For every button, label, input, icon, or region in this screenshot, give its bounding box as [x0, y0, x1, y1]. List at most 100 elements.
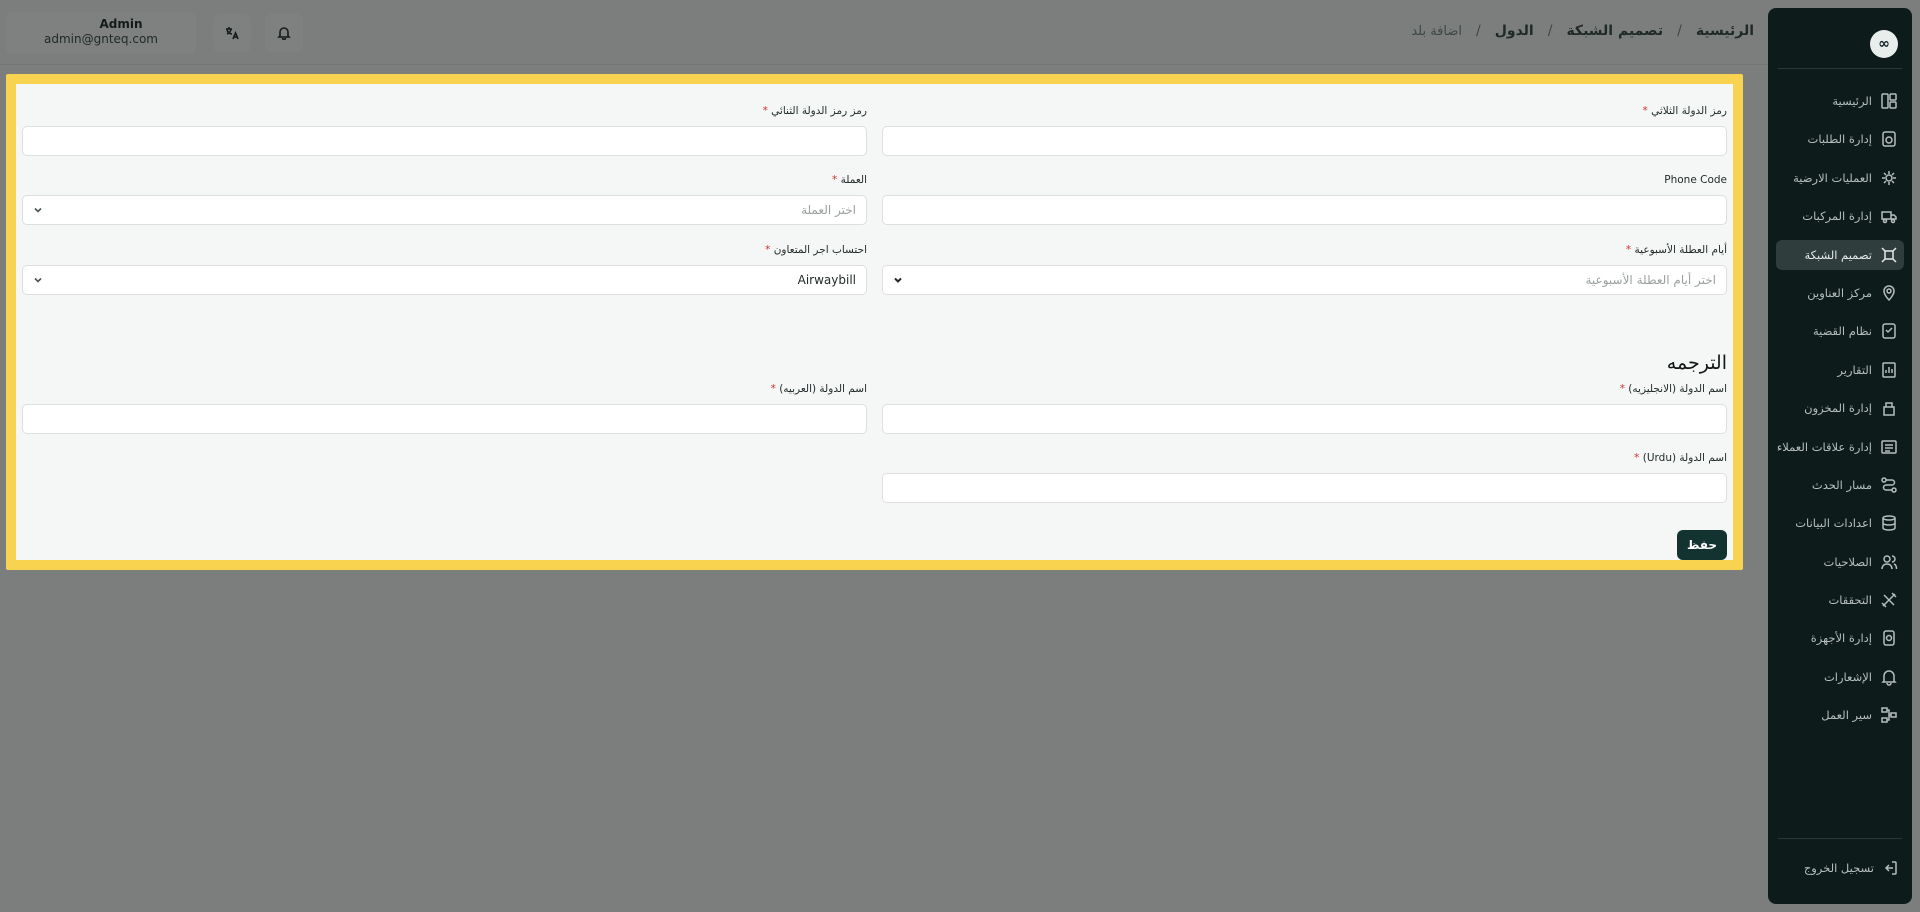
sidebar-item-orders[interactable]: إدارة الطلبات	[1776, 124, 1904, 154]
name-en-input[interactable]	[882, 404, 1727, 434]
weekend-select[interactable]: اختر أيام العطلة الأسبوعية	[882, 265, 1727, 295]
breadcrumb-network[interactable]: تصميم الشبكة	[1566, 23, 1663, 39]
phone-code-input[interactable]	[882, 195, 1727, 225]
collaborator-fee-value: Airwaybill	[797, 273, 856, 287]
sidebar-item-verifications[interactable]: التحققات	[1776, 585, 1904, 615]
logo-icon[interactable]: ∞	[1870, 30, 1898, 58]
database-icon	[1882, 515, 1896, 532]
phone-code-label: Phone Code	[1664, 174, 1727, 186]
sidebar-item-reports[interactable]: التقارير	[1776, 355, 1904, 385]
sidebar-item-label: مسار الحدث	[1811, 477, 1872, 492]
sidebar-item-home[interactable]: الرئيسية	[1776, 86, 1904, 116]
sidebar-item-label: سير العمل	[1821, 708, 1872, 723]
ground-ops-icon	[1882, 170, 1896, 185]
sidebar-item-data-settings[interactable]: اعدادات البيانات	[1776, 508, 1904, 538]
sidebar-item-label: الإشعارات	[1823, 669, 1872, 684]
currency-label: العملة	[840, 174, 867, 186]
sidebar-item-address[interactable]: مركز العناوين	[1776, 278, 1904, 308]
user-name: Admin	[99, 17, 143, 31]
orders-icon	[1882, 131, 1896, 148]
sidebar-item-permissions[interactable]: الصلاحيات	[1776, 547, 1904, 577]
required-mark: *	[1619, 383, 1625, 395]
home-icon	[1881, 93, 1897, 109]
report-icon	[1882, 361, 1896, 378]
sidebar-item-label: تصميم الشبكة	[1804, 247, 1872, 262]
user-email: admin@gnteq.com	[44, 32, 158, 46]
sidebar-item-notifications[interactable]: الإشعارات	[1776, 662, 1904, 692]
name-ar-label: اسم الدولة (العربيه)	[779, 383, 867, 395]
sidebar-item-label: اعدادات البيانات	[1795, 516, 1872, 531]
required-mark: *	[765, 244, 771, 256]
language-button[interactable]	[213, 14, 251, 52]
sidebar-divider	[1778, 838, 1902, 839]
translate-icon	[226, 27, 239, 40]
sidebar-item-vehicles[interactable]: إدارة المركبات	[1776, 201, 1904, 231]
iso3-field: رمز الدولة الثلاثي *	[882, 104, 1727, 156]
collaborator-fee-select[interactable]: Airwaybill	[22, 265, 867, 295]
notifications-button[interactable]	[265, 14, 303, 52]
sidebar-item-inventory[interactable]: إدارة المخزون	[1776, 393, 1904, 423]
breadcrumb-countries[interactable]: الدول	[1495, 23, 1534, 39]
sidebar-item-route[interactable]: مسار الحدث	[1776, 470, 1904, 500]
name-ur-input[interactable]	[882, 473, 1727, 503]
required-mark: *	[762, 105, 768, 117]
logout-button[interactable]: تسجيل الخروج	[1804, 860, 1898, 876]
crm-icon	[1881, 439, 1897, 454]
breadcrumb-home[interactable]: الرئيسية	[1696, 23, 1754, 39]
case-icon	[1882, 323, 1896, 340]
required-mark: *	[832, 174, 838, 186]
sidebar-item-devices[interactable]: إدارة الأجهزة	[1776, 623, 1904, 653]
phone-code-field: Phone Code	[882, 173, 1727, 225]
user-menu[interactable]: Admin admin@gnteq.com	[6, 12, 196, 54]
chevron-down-icon	[34, 207, 42, 213]
breadcrumb-separator: /	[1476, 23, 1481, 39]
sidebar-item-crm[interactable]: إدارة علاقات العملاء	[1776, 432, 1904, 462]
required-mark: *	[1634, 452, 1640, 464]
bell-icon	[1881, 670, 1897, 686]
sidebar-divider	[1778, 68, 1902, 69]
iso3-input[interactable]	[882, 126, 1727, 156]
sidebar-item-label: إدارة الأجهزة	[1810, 631, 1872, 646]
collaborator-fee-label: احتساب اجر المتعاون	[773, 244, 867, 256]
name-en-field: اسم الدولة (الانجليزيه) *	[882, 382, 1727, 434]
name-ar-input[interactable]	[22, 404, 867, 434]
logout-icon	[1884, 861, 1897, 875]
sidebar-item-label: الرئيسية	[1832, 94, 1872, 108]
header-divider	[0, 64, 1768, 65]
sidebar-item-label: إدارة علاقات العملاء	[1776, 439, 1872, 454]
sidebar-item-label: إدارة الطلبات	[1807, 132, 1873, 147]
sidebar-item-label: التحققات	[1828, 593, 1872, 608]
iso2-field: رمز رمز الدولة الثنائي *	[22, 104, 867, 156]
sidebar-item-workflow[interactable]: سير العمل	[1776, 700, 1904, 730]
route-icon	[1881, 477, 1897, 493]
network-icon	[1881, 247, 1897, 263]
required-mark: *	[1642, 105, 1648, 117]
sidebar-item-label: مركز العناوين	[1807, 285, 1872, 300]
weekend-label: أيام العطلة الأسبوعية	[1634, 244, 1727, 256]
name-ur-field: اسم الدولة (Urdu) *	[882, 451, 1727, 503]
save-button[interactable]: حفظ	[1677, 530, 1727, 560]
weekend-placeholder: اختر أيام العطلة الأسبوعية	[1585, 273, 1717, 287]
sidebar-item-label: العمليات الارضية	[1793, 170, 1872, 185]
users-icon	[1881, 554, 1898, 569]
required-mark: *	[1625, 244, 1632, 256]
currency-select[interactable]: اختر العملة	[22, 195, 867, 225]
truck-icon	[1881, 211, 1897, 224]
name-ur-label: اسم الدولة (Urdu)	[1642, 452, 1727, 464]
bell-icon	[277, 27, 291, 40]
add-country-form: رمز الدولة الثلاثي * رمز رمز الدولة الثن…	[16, 84, 1733, 560]
sidebar-nav: الرئيسية إدارة الطلبات العمليات الارضية …	[1776, 86, 1904, 739]
tools-icon	[1881, 592, 1897, 608]
chevron-down-icon	[894, 277, 902, 283]
sidebar-item-case[interactable]: نظام القضية	[1776, 316, 1904, 346]
sidebar-item-label: نظام القضية	[1812, 324, 1872, 339]
breadcrumb-separator: /	[1677, 23, 1682, 39]
translation-title: الترجمه	[1666, 352, 1727, 374]
iso2-input[interactable]	[22, 126, 867, 156]
sidebar-item-ground-ops[interactable]: العمليات الارضية	[1776, 163, 1904, 193]
sidebar-item-network[interactable]: تصميم الشبكة	[1776, 239, 1904, 270]
name-en-label: اسم الدولة (الانجليزيه)	[1628, 383, 1727, 395]
sidebar-item-label: إدارة المخزون	[1804, 401, 1872, 416]
inventory-icon	[1883, 402, 1895, 416]
form-highlight: رمز الدولة الثلاثي * رمز رمز الدولة الثن…	[6, 74, 1743, 570]
